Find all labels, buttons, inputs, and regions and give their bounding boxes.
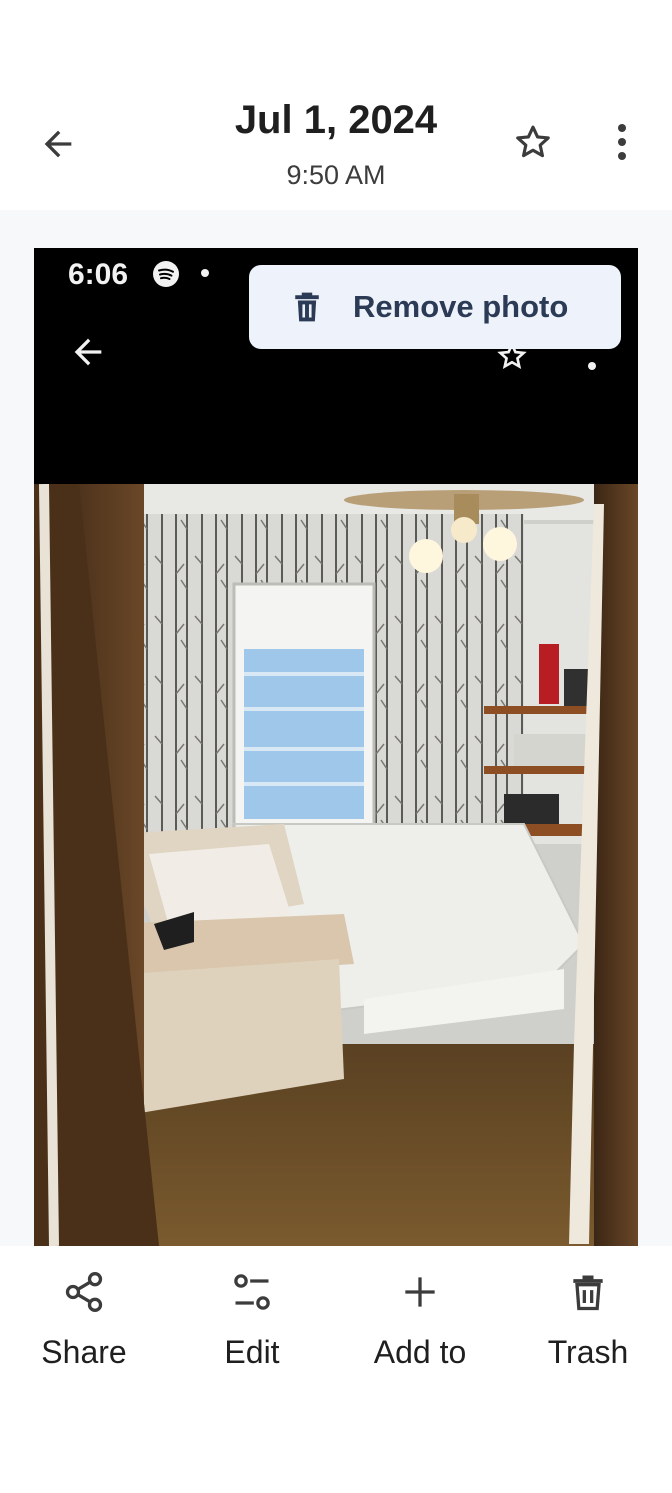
more-options-button[interactable]: [600, 114, 644, 170]
edit-label: Edit: [224, 1334, 280, 1370]
photo-time: 9:50 AM: [286, 160, 386, 190]
remove-photo-menu-item[interactable]: Remove photo: [249, 265, 621, 349]
trash-label: Trash: [547, 1334, 629, 1370]
remove-photo-label: Remove photo: [353, 289, 569, 324]
trash-icon: [573, 1275, 603, 1311]
spotify-icon: [153, 261, 179, 287]
more-vert-icon: [618, 124, 626, 160]
photo-date: Jul 1, 2024: [234, 98, 438, 142]
add-to-label: Add to: [373, 1334, 467, 1370]
top-app-bar: Jul 1, 2024 9:50 AM: [0, 0, 672, 210]
edit-icon: [234, 1274, 270, 1310]
delete-icon: [295, 292, 319, 322]
share-icon: [65, 1272, 103, 1312]
bedroom-image: [34, 484, 638, 1246]
star-icon: [516, 125, 550, 158]
favorite-button[interactable]: [505, 114, 561, 170]
share-button[interactable]: Share: [0, 1270, 168, 1371]
photo-content[interactable]: 6:06: [34, 248, 638, 1246]
trash-button[interactable]: Trash: [504, 1270, 672, 1371]
add-to-button[interactable]: Add to: [336, 1270, 504, 1371]
bottom-action-bar: Share Edit Add to Trash: [0, 1246, 672, 1493]
screenshot-back-arrow-icon: [74, 338, 102, 366]
screenshot-status-time: 6:06: [68, 258, 129, 291]
add-icon: [405, 1277, 435, 1307]
share-label: Share: [41, 1334, 127, 1370]
notification-dot-icon: [201, 269, 209, 277]
edit-button[interactable]: Edit: [168, 1270, 336, 1371]
